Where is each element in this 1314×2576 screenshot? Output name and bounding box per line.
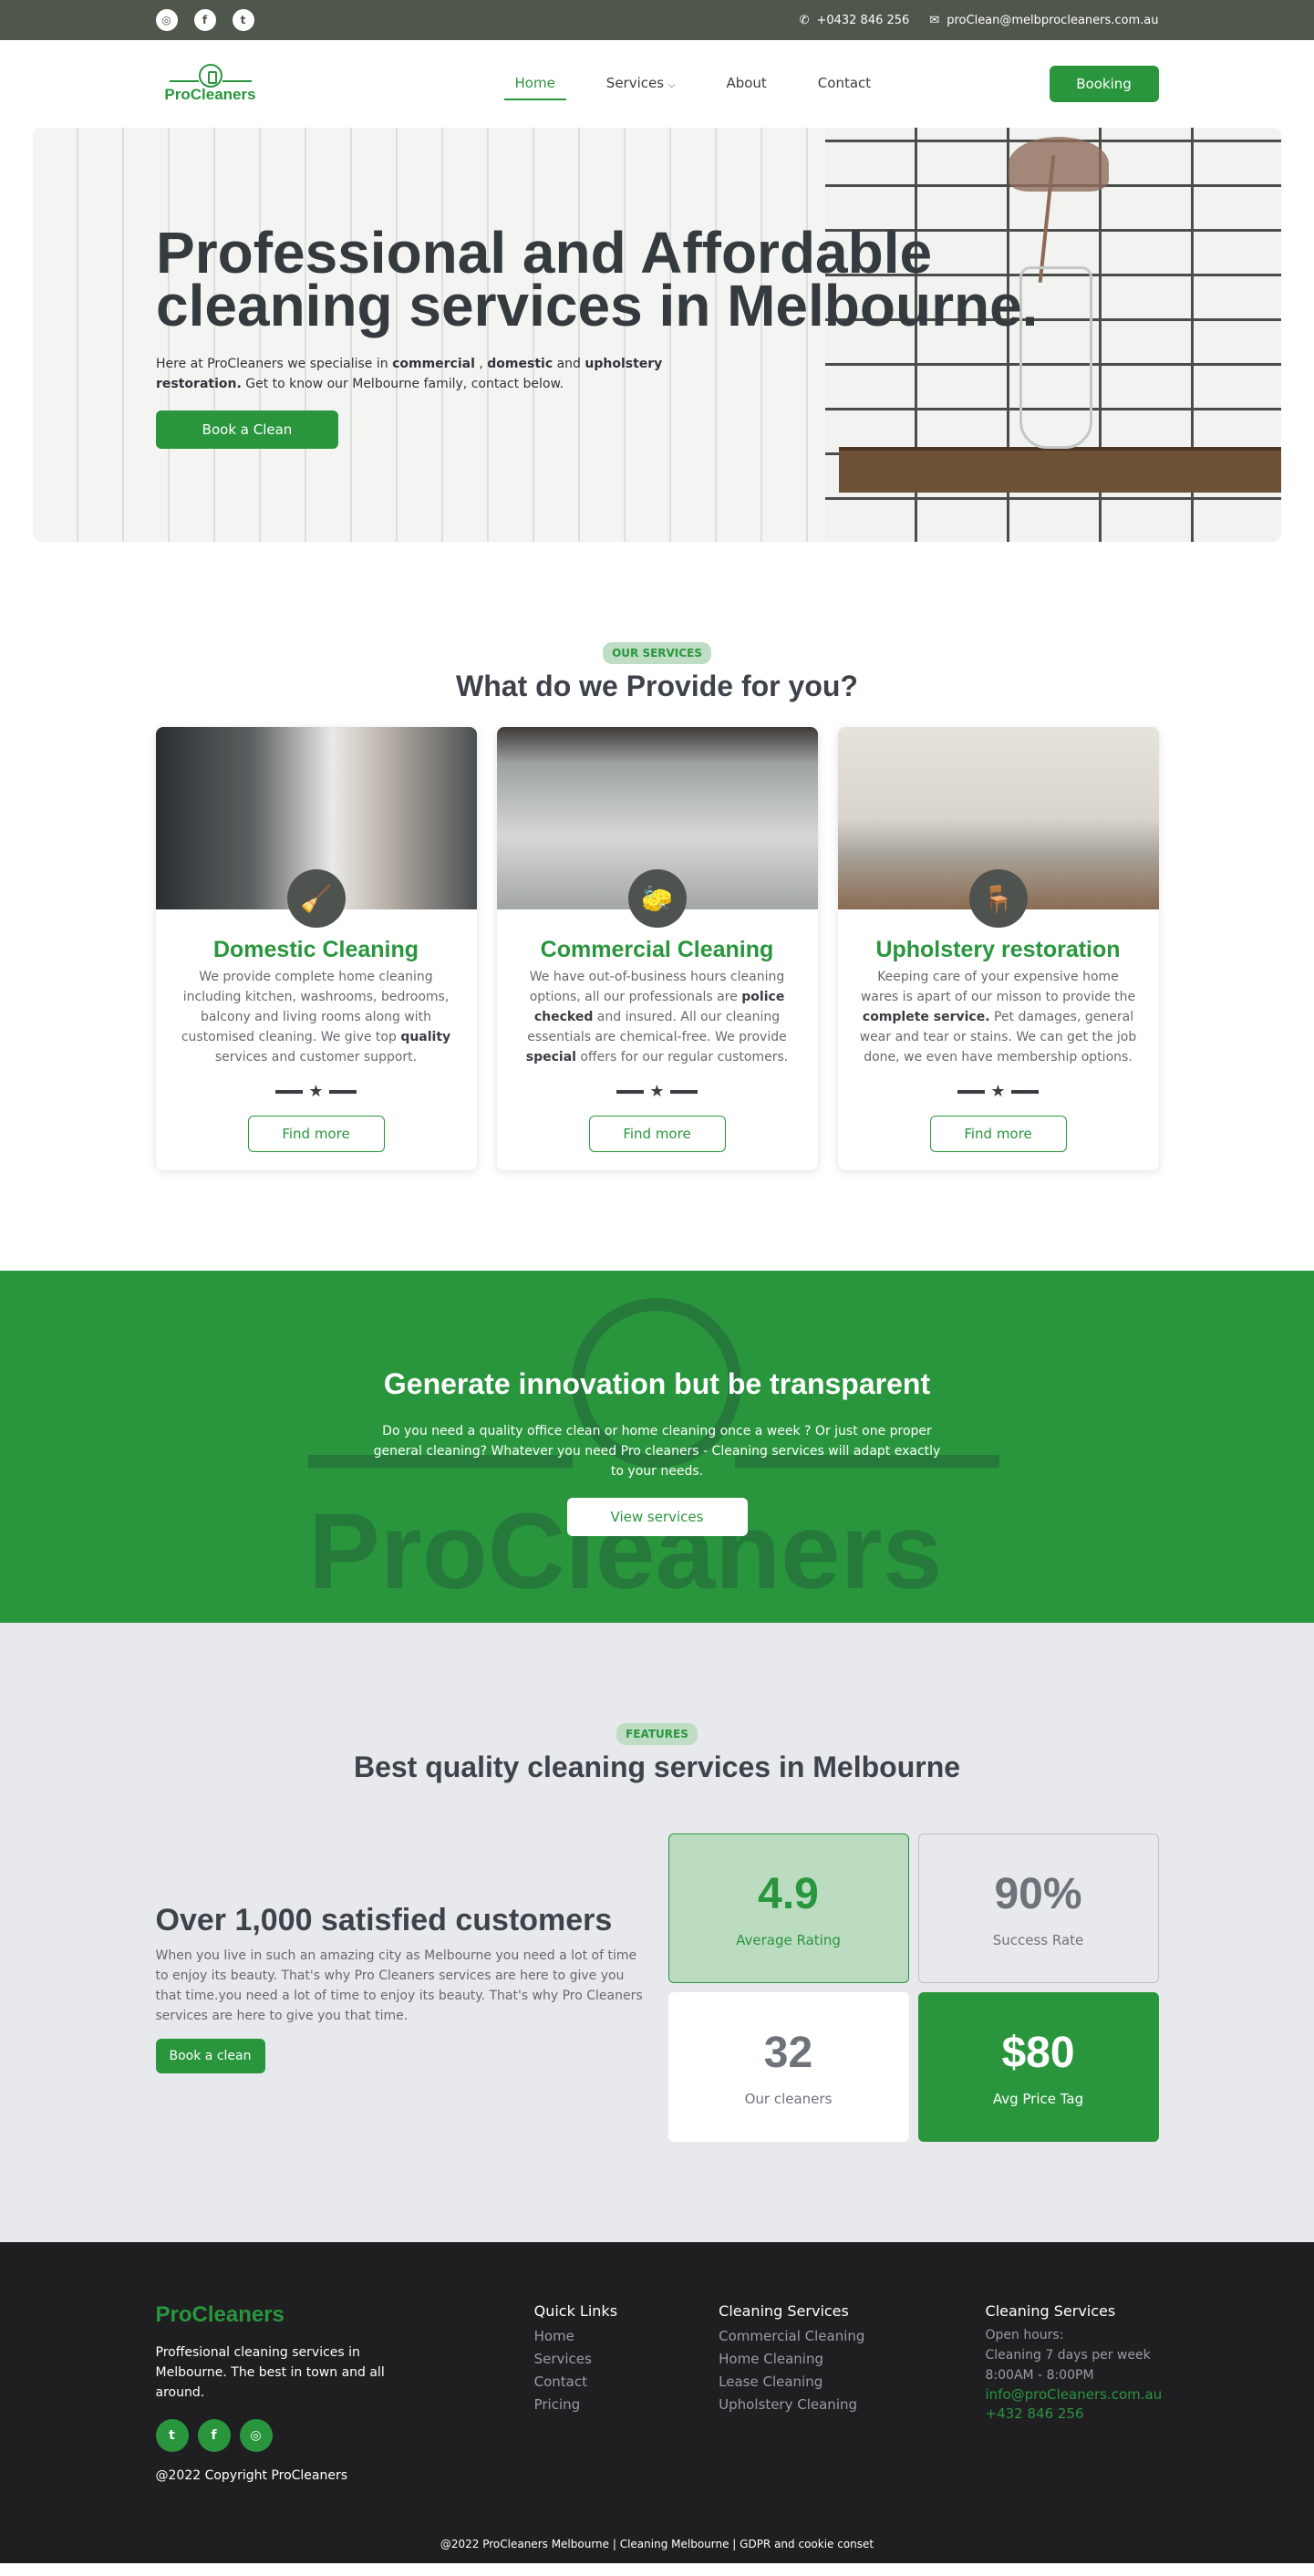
section-chip: Our Services: [603, 642, 711, 664]
email-link[interactable]: ✉ proClean@melbprocleaners.com.au: [929, 14, 1158, 27]
hero-banner: Professional and Affordable cleaning ser…: [33, 128, 1281, 542]
nav-item-services[interactable]: Services ⌵: [595, 68, 687, 100]
footer-link[interactable]: Services: [534, 2348, 719, 2371]
nav-menu: Home Services ⌵ About Contact: [503, 68, 883, 100]
broom-icon: 🧹: [286, 869, 346, 928]
twitter-icon[interactable]: t: [155, 2419, 189, 2452]
find-more-button[interactable]: Find more: [247, 1116, 385, 1152]
upholstery-photo: 🪑: [837, 727, 1159, 928]
footer-link[interactable]: Contact: [534, 2371, 719, 2394]
banner-text: Do you need a quality office clean or ho…: [373, 1424, 941, 1479]
booking-button[interactable]: Booking: [1049, 66, 1159, 102]
sponge-icon: 🧽: [627, 869, 687, 928]
book-a-clean-button[interactable]: Book a clean: [155, 2038, 265, 2073]
facebook-icon[interactable]: f: [197, 2419, 231, 2452]
stats-grid: 4.9 Average Rating 90% Success Rate 32 Our …: [667, 1833, 1159, 2142]
phone-link[interactable]: ✆ +0432 846 256: [800, 14, 910, 27]
features-text: When you live in such an amazing city as…: [155, 1948, 643, 2023]
commercial-cleaning-photo: 🧽: [496, 727, 818, 928]
star-icon: ★: [990, 1082, 1006, 1101]
footer: ProCleaners Proffesional cleaning servic…: [0, 2242, 1314, 2563]
main-navigation: ProCleaners Home Services ⌵ About Contac…: [0, 40, 1314, 128]
logo-mark-icon: [198, 64, 222, 88]
top-bar: ◎ f t ✆ +0432 846 256 ✉ proClean@melbprocl…: [0, 0, 1314, 40]
section-heading: Best quality cleaning services in Melbou…: [353, 1750, 961, 1783]
nav-item-about[interactable]: About: [715, 68, 777, 100]
footer-link[interactable]: Pricing: [534, 2394, 719, 2416]
hero-description: Here at ProCleaners we specialise in com…: [156, 357, 663, 391]
star-divider: ★: [838, 1082, 1159, 1101]
contact-info: ✆ +0432 846 256 ✉ proClean@melbprocleaners…: [800, 14, 1159, 27]
footer-bottom-bar: @2022 ProCleaners Melbourne | Cleaning M…: [440, 2538, 874, 2550]
card-description: Keeping care of your expensive home ware…: [859, 970, 1137, 1065]
banner-heading: Generate innovation but be transparent: [383, 1367, 931, 1400]
service-card-upholstery: 🪑 Upholstery restoration Keeping care of…: [837, 727, 1159, 1170]
twitter-icon[interactable]: t: [232, 9, 254, 31]
star-divider: ★: [497, 1082, 818, 1101]
card-description: We have out-of-business hours cleaning o…: [525, 970, 789, 1065]
book-a-clean-button[interactable]: Book a Clean: [156, 410, 338, 449]
phone-icon: ✆: [799, 13, 810, 27]
footer-link[interactable]: Lease Cleaning: [719, 2371, 985, 2394]
features-title: Over 1,000 satisfied customers: [155, 1902, 613, 1937]
hero-title: Professional and Affordable cleaning ser…: [156, 220, 1039, 338]
footer-link[interactable]: Upholstery Cleaning: [719, 2394, 985, 2416]
footer-link[interactable]: Commercial Cleaning: [719, 2325, 985, 2348]
chevron-down-icon: ⌵: [667, 80, 676, 90]
instagram-icon[interactable]: ◎: [239, 2419, 273, 2452]
nav-item-home[interactable]: Home: [503, 68, 566, 100]
footer-brand: ProCleaners Proffesional cleaning servic…: [155, 2302, 534, 2483]
facebook-icon[interactable]: f: [193, 9, 216, 31]
stat-card: 32 Our cleaners: [667, 1992, 909, 2142]
section-chip: Features: [616, 1723, 698, 1745]
chair-icon: 🪑: [968, 869, 1028, 928]
card-title: Commercial Cleaning: [540, 937, 774, 962]
footer-email-link[interactable]: info@proCleaners.com.au: [986, 2385, 1163, 2405]
footer-services: Cleaning Services Commercial Cleaning Ho…: [719, 2302, 985, 2483]
domestic-cleaning-photo: 🧹: [155, 727, 477, 928]
stat-card: 90% Success Rate: [917, 1833, 1159, 1983]
star-divider: ★: [156, 1082, 477, 1101]
footer-hours: Cleaning Services Open hours: Cleaning 7…: [985, 2302, 1163, 2424]
footer-logo-text: ProCleaners: [155, 2302, 285, 2327]
find-more-button[interactable]: Find more: [929, 1116, 1067, 1152]
footer-link[interactable]: Home Cleaning: [719, 2348, 985, 2371]
footer-link[interactable]: Home: [534, 2325, 719, 2348]
stat-card: $80 Avg Price Tag: [917, 1992, 1159, 2142]
card-description: We provide complete home cleaning includ…: [181, 970, 451, 1065]
stat-card: 4.9 Average Rating: [667, 1833, 909, 1983]
footer-quick-links: Quick Links Home Services Contact Pricin…: [534, 2302, 719, 2483]
hero-flower-image: [1009, 137, 1109, 192]
card-title: Upholstery restoration: [875, 937, 1121, 962]
social-links: ◎ f t: [155, 9, 254, 31]
mail-icon: ✉: [929, 13, 940, 27]
find-more-button[interactable]: Find more: [588, 1116, 726, 1152]
footer-about: Proffesional cleaning services in Melbou…: [155, 2345, 385, 2400]
star-icon: ★: [308, 1082, 324, 1101]
footer-phone-link[interactable]: +432 846 256: [986, 2405, 1159, 2424]
services-section: Our Services What do we Provide for you?…: [0, 542, 1314, 1271]
card-title: Domestic Cleaning: [212, 937, 419, 962]
logo-text: ProCleaners: [164, 86, 256, 103]
star-icon: ★: [649, 1082, 665, 1101]
hero-shelf-image: [839, 447, 1281, 493]
section-heading: What do we Provide for you?: [456, 670, 858, 702]
features-section: Features Best quality cleaning services …: [0, 1623, 1314, 2242]
brand-logo[interactable]: ProCleaners: [156, 64, 265, 104]
cta-banner: ProCleaners Generate innovation but be t…: [0, 1271, 1314, 1623]
view-services-button[interactable]: View services: [566, 1498, 748, 1536]
instagram-icon[interactable]: ◎: [155, 9, 178, 31]
copyright: @2022 Copyright ProCleaners: [155, 2468, 348, 2483]
service-card-commercial: 🧽 Commercial Cleaning We have out-of-bus…: [496, 727, 818, 1170]
service-card-domestic: 🧹 Domestic Cleaning We provide complete …: [155, 727, 477, 1170]
nav-item-contact[interactable]: Contact: [807, 68, 882, 100]
